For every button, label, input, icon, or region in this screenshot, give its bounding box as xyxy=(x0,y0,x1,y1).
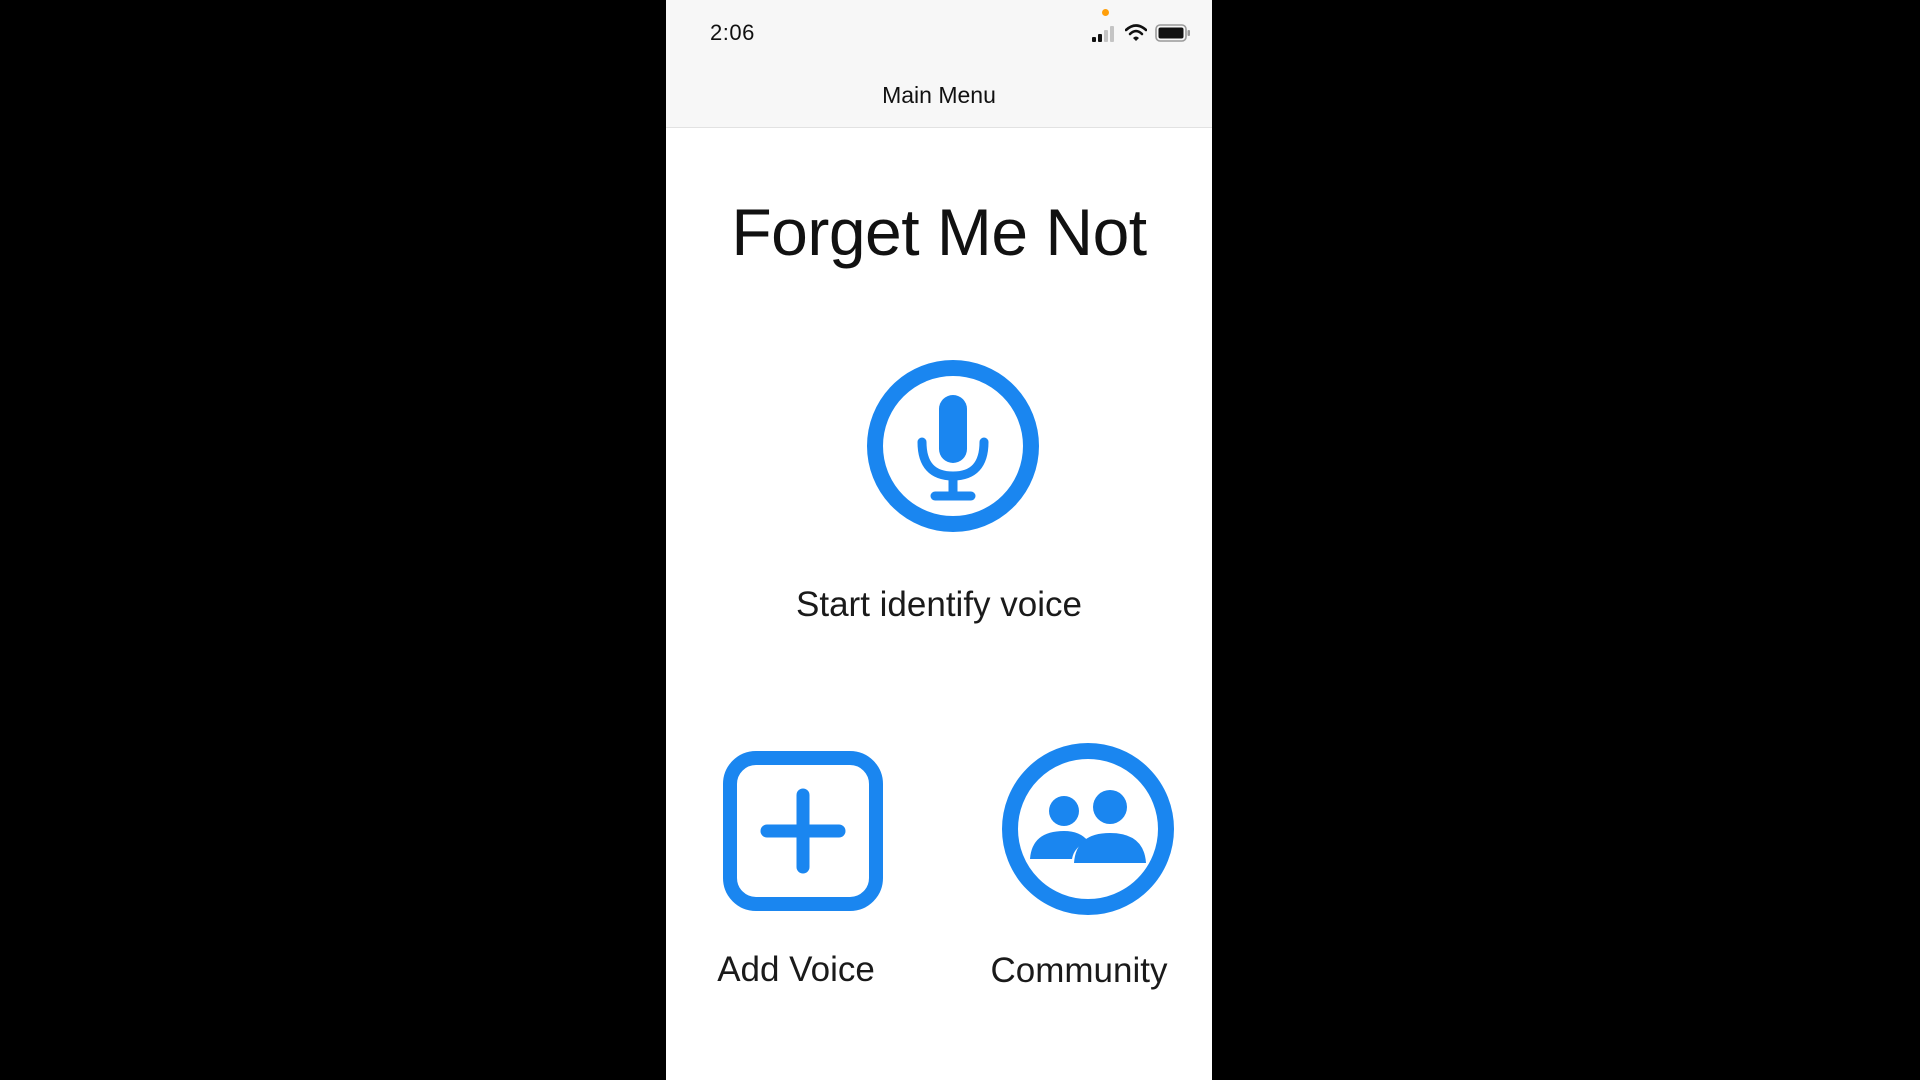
status-bar: 2:06 xyxy=(666,0,1212,64)
battery-icon xyxy=(1155,24,1190,42)
people-circle-icon[interactable] xyxy=(1000,741,1176,917)
wifi-icon xyxy=(1125,24,1147,41)
cellular-signal-icon xyxy=(1092,26,1114,42)
microphone-circle-icon[interactable] xyxy=(865,358,1041,534)
add-voice-button[interactable]: Add Voice xyxy=(686,740,906,1000)
community-button[interactable]: Community xyxy=(966,735,1192,1005)
community-label[interactable]: Community xyxy=(966,951,1192,991)
nav-title: Main Menu xyxy=(882,82,996,108)
privacy-indicator-dot xyxy=(1102,9,1109,16)
add-voice-label[interactable]: Add Voice xyxy=(686,950,906,990)
start-identify-voice-button[interactable]: Start identify voice xyxy=(766,350,1112,640)
navigation-bar: Main Menu xyxy=(666,64,1212,128)
app-title: Forget Me Not xyxy=(731,195,1147,269)
status-time: 2:06 xyxy=(710,20,755,45)
start-identify-voice-label[interactable]: Start identify voice xyxy=(766,585,1112,625)
plus-square-icon[interactable] xyxy=(722,750,884,912)
phone-screen: 2:06 Main Menu Forget Me Not Start ident… xyxy=(666,0,1212,1080)
